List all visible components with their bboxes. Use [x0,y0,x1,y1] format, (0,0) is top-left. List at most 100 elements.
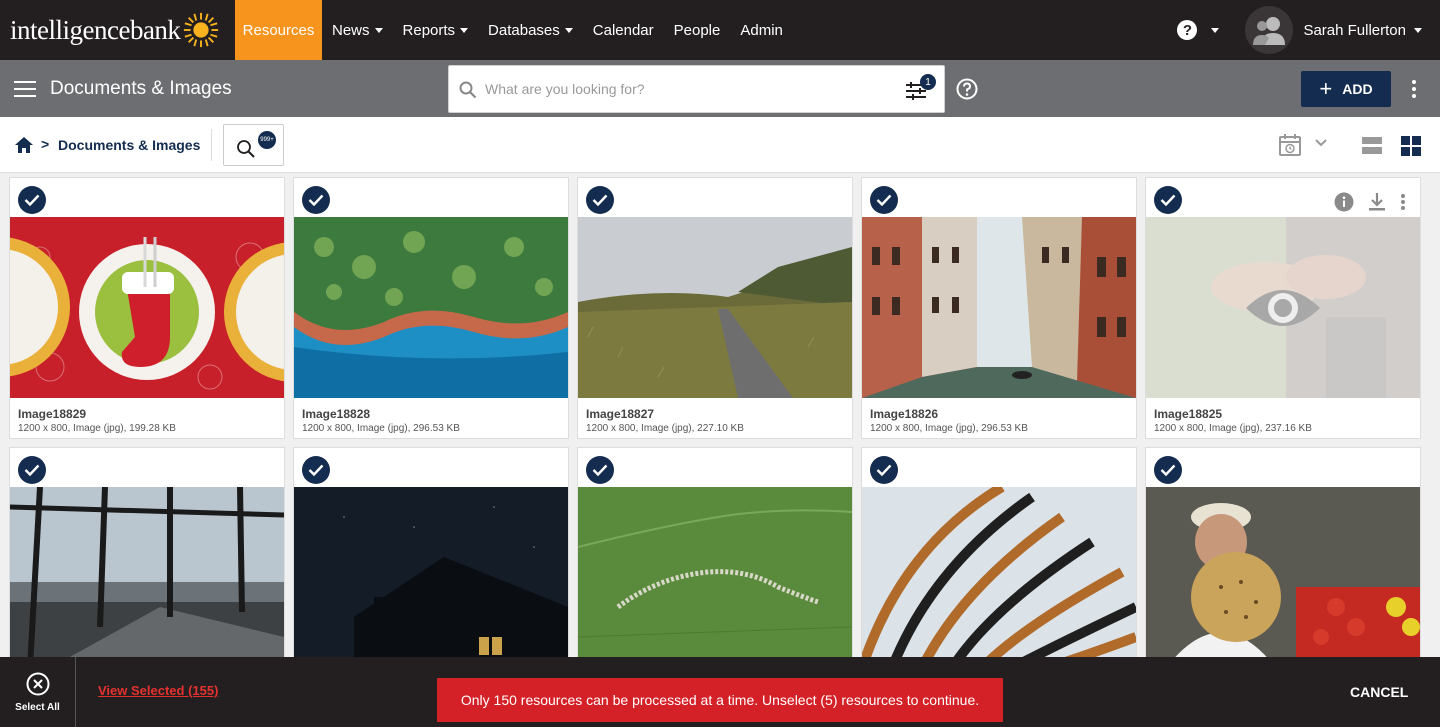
chevron-down-icon[interactable] [1314,138,1328,148]
plus-icon: + [1319,76,1333,101]
thumbnail-christmas-table[interactable] [10,217,284,398]
search-box: 1 [448,65,945,113]
hamburger-menu-icon[interactable] [14,81,36,97]
question-circle-icon[interactable] [956,78,978,100]
caret-down-icon [374,27,383,33]
nav-item-admin[interactable]: Admin [730,0,793,60]
caret-down-icon [1211,27,1220,33]
help-menu[interactable]: ? [1177,20,1220,40]
more-options-icon[interactable] [1412,80,1416,101]
caret-down-icon [1414,27,1422,33]
list-view-icon[interactable] [1362,137,1382,154]
resource-card[interactable]: Image18826 1200 x 800, Image (jpg), 296.… [861,177,1137,439]
resource-card[interactable]: Image18825 1200 x 800, Image (jpg), 237.… [1145,177,1421,439]
caret-down-icon [460,27,469,33]
thumbnail-country-road[interactable] [578,217,852,398]
nav-item-databases[interactable]: Databases [478,0,583,60]
search-input[interactable] [485,78,885,100]
selected-checkmark-icon[interactable] [870,456,898,484]
nav-label: News [332,21,370,39]
resource-card[interactable]: Image18828 1200 x 800, Image (jpg), 296.… [293,177,569,439]
card-title[interactable]: Image18827 [586,407,654,421]
select-all-button[interactable]: Select All [0,657,76,727]
card-meta: 1200 x 800, Image (jpg), 296.53 KB [302,423,460,434]
add-label: ADD [1342,81,1373,97]
card-title[interactable]: Image18828 [302,407,370,421]
select-all-label: Select All [15,701,60,713]
resource-card[interactable] [293,447,569,657]
resource-card[interactable] [577,447,853,657]
selected-checkmark-icon[interactable] [1154,186,1182,214]
card-meta: 1200 x 800, Image (jpg), 199.28 KB [18,423,176,434]
breadcrumb-current[interactable]: Documents & Images [58,137,200,153]
nav-label: People [673,21,721,39]
add-button[interactable]: + ADD [1301,71,1391,107]
resource-card[interactable]: Image18829 1200 x 800, Image (jpg), 199.… [9,177,285,439]
thumbnail-night-house[interactable] [294,487,568,657]
nav-item-reports[interactable]: Reports [393,0,479,60]
thumbnail-hands-soil-hover[interactable] [1146,217,1420,398]
selected-checkmark-icon[interactable] [586,456,614,484]
home-icon[interactable] [14,136,34,154]
card-actions [1334,192,1406,212]
resource-card[interactable] [861,447,1137,657]
close-circle-icon [26,672,49,695]
logo[interactable]: intelligencebank [0,0,235,60]
selection-footer: Select All View Selected (155) Only 150 … [0,657,1440,727]
selected-checkmark-icon[interactable] [18,456,46,484]
more-options-icon[interactable] [1400,193,1406,211]
top-navigation: intelligencebank Resources News Reports … [0,0,1440,60]
resource-card[interactable] [9,447,285,657]
download-icon[interactable] [1368,192,1386,212]
cancel-button[interactable]: CANCEL [1350,684,1408,700]
card-title[interactable]: Image18829 [18,407,86,421]
selection-limit-warning: Only 150 resources can be processed at a… [437,678,1003,722]
divider [211,129,212,161]
selected-checkmark-icon[interactable] [18,186,46,214]
resource-card[interactable] [1145,447,1421,657]
selected-checkmark-icon[interactable] [870,186,898,214]
thumbnail-sheep-field[interactable] [578,487,852,657]
calendar-clock-icon[interactable] [1278,133,1302,157]
grid-view-icon[interactable] [1401,136,1421,156]
thumbnail-curved-building[interactable] [862,487,1136,657]
thumbnail-baker-bread[interactable] [1146,487,1420,657]
selected-checkmark-icon[interactable] [1154,456,1182,484]
view-selected-link[interactable]: View Selected (155) [98,683,218,698]
search-icon [459,81,477,99]
section-header: Documents & Images 1 + ADD [0,60,1440,117]
nav-label: Admin [740,21,783,39]
thumbnail-airport-window[interactable] [10,487,284,657]
logo-text: intelligencebank [10,14,181,45]
help-icon: ? [1177,20,1198,40]
card-title[interactable]: Image18825 [1154,407,1222,421]
breadcrumb-separator: > [41,136,50,152]
user-menu[interactable]: Sarah Fullerton [1303,22,1422,39]
resource-grid: Image18829 1200 x 800, Image (jpg), 199.… [9,177,1429,657]
user-name: Sarah Fullerton [1303,21,1406,39]
nav-label: Resources [242,21,315,39]
selected-checkmark-icon[interactable] [302,456,330,484]
sun-logo-icon [184,12,219,48]
filter-count-badge: 1 [920,74,936,90]
nav-item-calendar[interactable]: Calendar [583,0,664,60]
search-icon [237,140,255,158]
saved-search-button[interactable]: 999+ [223,124,284,166]
resource-card[interactable]: Image18827 1200 x 800, Image (jpg), 227.… [577,177,853,439]
thumbnail-forest-lake[interactable] [294,217,568,398]
card-title[interactable]: Image18826 [870,407,938,421]
nav-label: Databases [488,21,560,39]
selected-checkmark-icon[interactable] [586,186,614,214]
nav-item-people[interactable]: People [664,0,731,60]
breadcrumb: > Documents & Images 999+ [0,117,1440,173]
nav-item-news[interactable]: News [322,0,393,60]
card-meta: 1200 x 800, Image (jpg), 227.10 KB [586,423,744,434]
page-title: Documents & Images [50,78,232,99]
avatar[interactable] [1245,6,1294,54]
saved-search-count-badge: 999+ [258,131,276,149]
selected-checkmark-icon[interactable] [302,186,330,214]
user-silhouette-icon [1253,17,1286,45]
thumbnail-venice-canal[interactable] [862,217,1136,398]
info-icon[interactable] [1334,192,1354,212]
nav-item-resources[interactable]: Resources [235,0,322,60]
